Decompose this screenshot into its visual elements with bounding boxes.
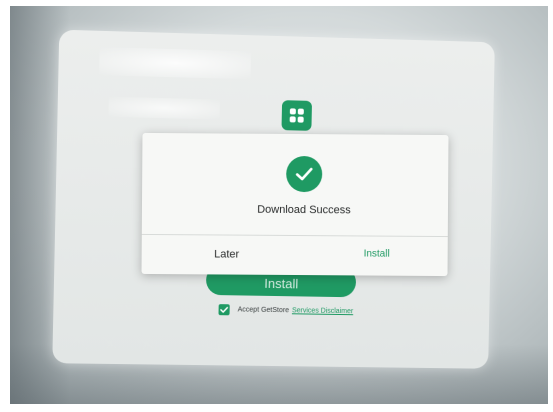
- accept-disclaimer-row: Accept GetStore Services Disclaimer: [218, 304, 353, 317]
- check-icon: [219, 306, 228, 312]
- photo-frame: Install Accept GetStore Services Disclai…: [0, 0, 553, 412]
- tv-photo: Install Accept GetStore Services Disclai…: [10, 6, 548, 404]
- dialog-title: Download Success: [257, 203, 351, 217]
- later-button[interactable]: Later: [162, 241, 292, 268]
- accept-label: Accept GetStore: [237, 306, 290, 315]
- accept-checkbox[interactable]: [218, 304, 230, 316]
- dialog-divider: [141, 233, 448, 238]
- install-button[interactable]: Install: [312, 240, 442, 267]
- screen-glare-secondary: [108, 96, 220, 120]
- checkmark-circle-icon: [286, 155, 323, 193]
- app-grid-icon: [281, 100, 313, 131]
- screen-glare: [99, 46, 252, 80]
- services-disclaimer-link[interactable]: Services Disclaimer: [292, 307, 353, 315]
- download-success-dialog: Download Success Later Install: [141, 132, 449, 277]
